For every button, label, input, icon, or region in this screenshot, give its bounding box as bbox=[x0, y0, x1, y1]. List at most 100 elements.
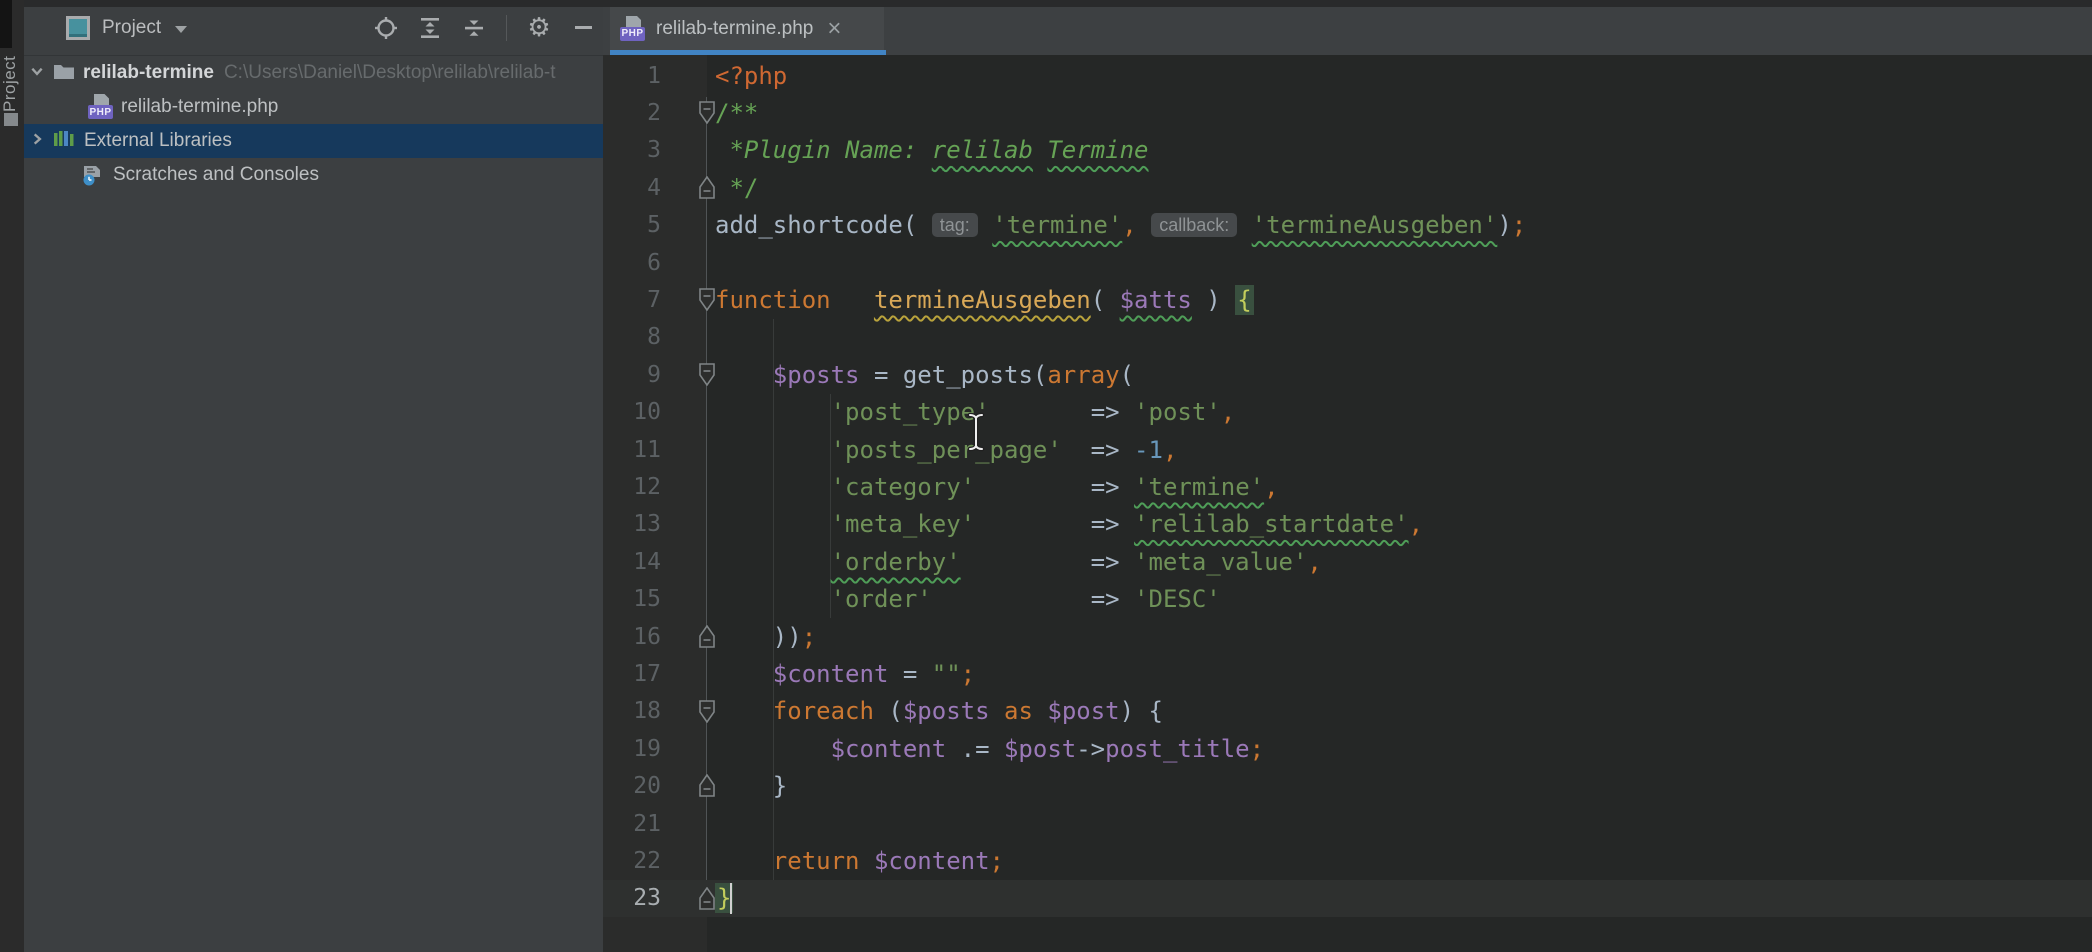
line-number: 10 bbox=[603, 399, 661, 425]
code-line-19[interactable]: 19 $content .= $post->post_title; bbox=[603, 730, 2092, 767]
tab-close-icon[interactable]: × bbox=[827, 19, 841, 39]
fold-column bbox=[661, 132, 715, 169]
line-number: 23 bbox=[603, 885, 661, 911]
project-root-path: C:\Users\Daniel\Desktop\relilab\relilab-… bbox=[224, 62, 556, 84]
settings-button[interactable]: ⚙ bbox=[527, 16, 551, 40]
fold-column bbox=[661, 618, 715, 655]
code-token: -> bbox=[1076, 735, 1105, 763]
stripe-tool-icon[interactable] bbox=[4, 113, 18, 126]
code-token: return bbox=[773, 847, 860, 875]
code-token: post_title bbox=[1105, 735, 1250, 763]
project-stripe-button[interactable]: Project bbox=[0, 14, 24, 154]
editor[interactable]: 1<?php2/**3 *Plugin Name: relilab Termin… bbox=[603, 55, 2092, 952]
code-line-7[interactable]: 7function termineAusgeben( $atts ) { bbox=[603, 281, 2092, 318]
code-line-22[interactable]: 22 return $content; bbox=[603, 842, 2092, 879]
code-line-9[interactable]: 9 $posts = get_posts(array( bbox=[603, 356, 2092, 393]
code-token: { bbox=[1235, 285, 1253, 315]
fold-column bbox=[661, 580, 715, 617]
scratches-label: Scratches and Consoles bbox=[113, 164, 319, 186]
fold-column bbox=[661, 805, 715, 842]
collapse-all-icon bbox=[462, 16, 486, 40]
code-line-1[interactable]: 1<?php bbox=[603, 57, 2092, 94]
ide-window: Project Project bbox=[0, 0, 2092, 952]
code-token: $posts bbox=[773, 361, 860, 389]
line-number: 6 bbox=[603, 250, 661, 276]
code-token: foreach bbox=[773, 697, 874, 725]
code-token: ) bbox=[1497, 211, 1511, 239]
code-token: , bbox=[1307, 548, 1321, 576]
code-line-10[interactable]: 10 'post_type' => 'post', bbox=[603, 394, 2092, 431]
code-token: $content bbox=[874, 847, 990, 875]
hide-panel-button[interactable] bbox=[571, 16, 595, 40]
line-number: 19 bbox=[603, 736, 661, 762]
collapse-all-button[interactable] bbox=[462, 16, 486, 40]
editor-tab-bar: PHP relilab-termine.php × bbox=[603, 0, 2092, 55]
panel-title[interactable]: Project bbox=[102, 17, 161, 39]
code-token: => bbox=[990, 398, 1135, 426]
code-line-4[interactable]: 4 */ bbox=[603, 169, 2092, 206]
tree-row-project-root[interactable]: relilab-termine C:\Users\Daniel\Desktop\… bbox=[24, 56, 603, 90]
code-line-15[interactable]: 15 'order' => 'DESC' bbox=[603, 580, 2092, 617]
code-token: .= bbox=[946, 735, 1004, 763]
tree-row-scratches[interactable]: Scratches and Consoles bbox=[24, 158, 603, 192]
code-line-16[interactable]: 16 )); bbox=[603, 618, 2092, 655]
editor-tab-active[interactable]: PHP relilab-termine.php × bbox=[610, 7, 884, 50]
window-top-edge bbox=[24, 0, 2092, 7]
code-line-5[interactable]: 5add_shortcode( tag: 'termine', callback… bbox=[603, 207, 2092, 244]
code-line-3[interactable]: 3 *Plugin Name: relilab Termine bbox=[603, 132, 2092, 169]
code-line-6[interactable]: 6 bbox=[603, 244, 2092, 281]
code-line-18[interactable]: 18 foreach ($posts as $post) { bbox=[603, 693, 2092, 730]
expand-all-button[interactable] bbox=[418, 16, 442, 40]
code-line-11[interactable]: 11 'posts_per_page' => -1, bbox=[603, 431, 2092, 468]
line-number: 3 bbox=[603, 137, 661, 163]
code-text: <?php bbox=[715, 62, 787, 90]
code-token: ; bbox=[961, 660, 975, 688]
parameter-hint: tag: bbox=[932, 213, 978, 237]
tree-row-file[interactable]: PHP relilab-termine.php bbox=[24, 90, 603, 124]
line-number: 16 bbox=[603, 624, 661, 650]
library-icon bbox=[53, 129, 75, 154]
code-token: relilab bbox=[932, 136, 1033, 164]
chevron-right-icon[interactable] bbox=[30, 132, 44, 151]
code-line-20[interactable]: 20 } bbox=[603, 767, 2092, 804]
text-caret bbox=[730, 883, 732, 914]
code-token: ; bbox=[802, 623, 816, 651]
code-line-12[interactable]: 12 'category' => 'termine', bbox=[603, 468, 2092, 505]
chevron-down-icon[interactable] bbox=[30, 64, 44, 83]
chevron-down-icon[interactable] bbox=[175, 26, 187, 33]
code-line-13[interactable]: 13 'meta_key' => 'relilab_startdate', bbox=[603, 506, 2092, 543]
fold-column bbox=[661, 57, 715, 94]
fold-column bbox=[661, 693, 715, 730]
line-number: 5 bbox=[603, 212, 661, 238]
code-token: add_shortcode( bbox=[715, 211, 932, 239]
code-token: 'meta_value' bbox=[1134, 548, 1307, 576]
code-line-2[interactable]: 2/** bbox=[603, 94, 2092, 131]
code-token: = get_posts( bbox=[860, 361, 1048, 389]
code-token: ( bbox=[1120, 361, 1134, 389]
code-token: 'post' bbox=[1134, 398, 1221, 426]
code-token: as bbox=[1004, 697, 1033, 725]
tree-row-external-libraries[interactable]: External Libraries bbox=[24, 124, 603, 158]
code-line-17[interactable]: 17 $content = ""; bbox=[603, 655, 2092, 692]
code-token bbox=[715, 847, 773, 875]
code-text: 'orderby' => 'meta_value', bbox=[715, 548, 1322, 576]
code-token bbox=[860, 847, 874, 875]
code-line-14[interactable]: 14 'orderby' => 'meta_value', bbox=[603, 543, 2092, 580]
code-line-8[interactable]: 8 bbox=[603, 319, 2092, 356]
code-token: => bbox=[975, 473, 1134, 501]
code-token: => bbox=[975, 510, 1134, 538]
fold-column bbox=[661, 207, 715, 244]
line-number: 2 bbox=[603, 100, 661, 126]
code-token: $content bbox=[831, 735, 947, 763]
code-token: ; bbox=[990, 847, 1004, 875]
code-token: "" bbox=[932, 660, 961, 688]
locate-file-button[interactable] bbox=[374, 16, 398, 40]
line-number: 12 bbox=[603, 474, 661, 500]
code-line-21[interactable]: 21 bbox=[603, 805, 2092, 842]
code-token: */ bbox=[715, 174, 758, 202]
code-line-23[interactable]: 23} bbox=[603, 880, 2092, 917]
code-token: ( bbox=[874, 697, 903, 725]
line-number: 7 bbox=[603, 287, 661, 313]
project-tree: relilab-termine C:\Users\Daniel\Desktop\… bbox=[24, 56, 603, 192]
code-text: 'posts_per_page' => -1, bbox=[715, 436, 1177, 464]
